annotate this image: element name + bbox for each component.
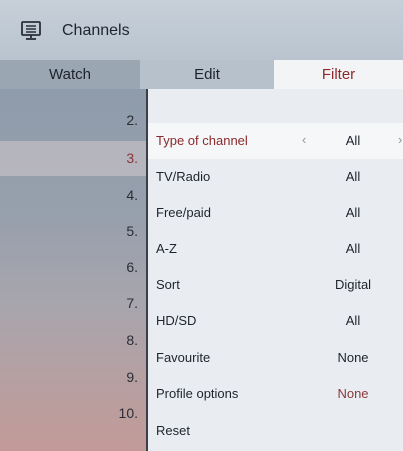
reset-button[interactable]: Reset [156, 423, 190, 438]
filter-panel: Type of channel ‹ All › TV/Radio All Fre… [146, 89, 403, 451]
filter-value: All [345, 313, 361, 328]
filter-row-sort[interactable]: Sort Digital [148, 267, 403, 303]
filter-label: Favourite [156, 350, 211, 365]
page-title: Channels [62, 22, 130, 39]
header-bar: Channels [0, 0, 403, 61]
filter-value: All [345, 169, 361, 184]
filter-row-type-of-channel[interactable]: Type of channel ‹ All › [148, 123, 403, 159]
channel-number[interactable]: 5. [126, 223, 138, 239]
filter-label: TV/Radio [156, 169, 211, 184]
filter-row-free-paid[interactable]: Free/paid All [148, 195, 403, 231]
filter-row-hd-sd[interactable]: HD/SD All [148, 303, 403, 339]
filter-value: All [345, 205, 361, 220]
chevron-left-icon[interactable]: ‹ [302, 132, 306, 147]
channel-number[interactable]: 4. [126, 187, 138, 203]
filter-value: None [337, 350, 369, 365]
filter-label: Free/paid [156, 205, 211, 220]
tab-edit[interactable]: Edit [140, 60, 274, 89]
filter-label: HD/SD [156, 313, 197, 328]
filter-row-profile-options[interactable]: Profile options None [148, 376, 403, 412]
filter-value: All [345, 133, 361, 148]
tab-filter[interactable]: Filter [274, 60, 403, 89]
filter-label: A-Z [156, 241, 177, 256]
channel-number[interactable]: 8. [126, 332, 138, 348]
filter-label: Type of channel [156, 133, 248, 148]
filter-row-reset[interactable]: Reset [148, 413, 403, 449]
filter-value: All [345, 241, 361, 256]
tv-icon [21, 21, 41, 40]
channel-number[interactable]: 6. [126, 259, 138, 275]
tab-bar: Watch Edit Filter [0, 60, 403, 89]
channel-number[interactable]: 2. [126, 112, 138, 128]
filter-row-favourite[interactable]: Favourite None [148, 340, 403, 376]
channel-number[interactable]: 10. [119, 405, 138, 421]
filter-value: Digital [334, 277, 372, 292]
channel-list: 2. 3. 4. 5. 6. 7. 8. 9. 10. [0, 89, 146, 451]
channel-row-highlight [0, 141, 146, 176]
channel-number[interactable]: 7. [126, 295, 138, 311]
filter-value: None [337, 386, 369, 401]
filter-label: Profile options [156, 386, 239, 401]
channel-number[interactable]: 9. [126, 369, 138, 385]
chevron-right-icon[interactable]: › [398, 132, 402, 147]
filter-row-a-z[interactable]: A-Z All [148, 231, 403, 267]
channel-number[interactable]: 3. [126, 150, 138, 166]
filter-label: Sort [156, 277, 180, 292]
tab-watch[interactable]: Watch [0, 60, 140, 89]
filter-row-tv-radio[interactable]: TV/Radio All [148, 159, 403, 195]
